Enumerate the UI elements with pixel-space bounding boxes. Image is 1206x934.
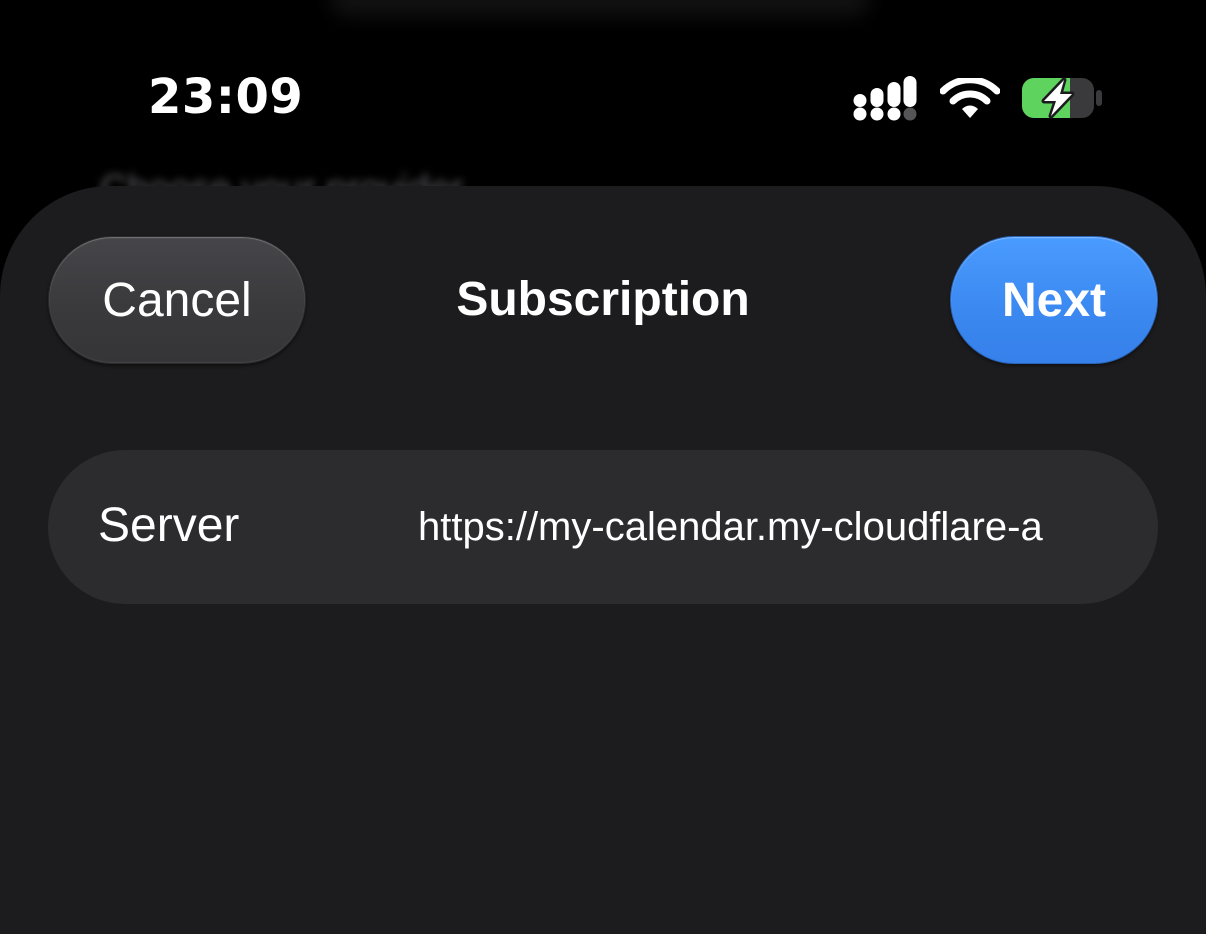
server-label: Server (98, 499, 240, 552)
cellular-signal-icon (853, 76, 917, 121)
subscription-sheet: Cancel Subscription Next Server https://… (0, 186, 1206, 934)
battery-charging-icon (1022, 77, 1102, 119)
dynamic-island (330, 0, 870, 16)
cancel-button[interactable]: Cancel (48, 236, 306, 364)
status-icons (852, 76, 1112, 122)
status-time: 23:09 (148, 69, 304, 125)
screen: 23:09 Choose your provider Cancel (0, 0, 1206, 934)
next-button[interactable]: Next (950, 236, 1158, 364)
wifi-icon (940, 78, 1000, 118)
sheet-title: Subscription (456, 273, 750, 326)
server-url-input[interactable]: https://my-calendar.my-cloudflare-a (418, 500, 1110, 554)
server-field-row[interactable]: Server https://my-calendar.my-cloudflare… (48, 450, 1158, 604)
